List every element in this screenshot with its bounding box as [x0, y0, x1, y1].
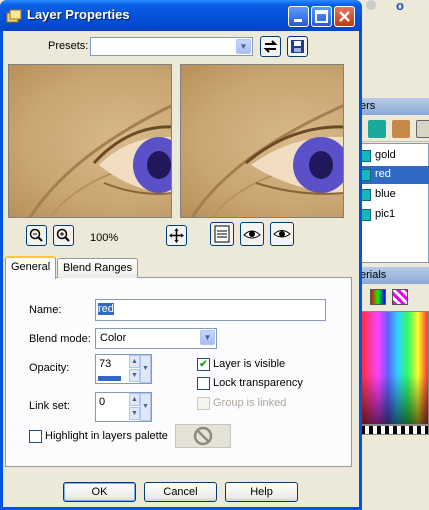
spin-down-icon[interactable]: ▼ [129, 369, 140, 382]
spin-up-icon[interactable]: ▲ [129, 393, 140, 406]
rainbow-tab-icon[interactable] [370, 289, 386, 305]
toolbar-dot-icon [366, 0, 376, 10]
link-set-spinner[interactable]: 0 ▲ ▼ ▼ [95, 392, 152, 422]
maximize-button[interactable] [311, 6, 332, 27]
layer-visible-checkbox[interactable]: ✔ [197, 358, 210, 371]
eye-image-before [28, 104, 171, 217]
minimize-button[interactable] [288, 6, 309, 27]
name-field[interactable]: red [95, 299, 326, 321]
proof-button[interactable] [270, 222, 294, 246]
opacity-spinner[interactable]: 73 ▲ ▼ ▼ [95, 354, 152, 384]
cancel-button[interactable]: Cancel [144, 482, 217, 502]
preview-panel-icon [214, 225, 230, 243]
blend-mode-value: Color [100, 332, 127, 344]
layer-item-gold[interactable]: gold [357, 147, 429, 165]
save-preset-button[interactable] [287, 36, 308, 57]
maximize-icon [315, 10, 328, 23]
minimize-icon [294, 19, 302, 22]
ok-button[interactable]: OK [63, 482, 136, 502]
lock-transparency-label: Lock transparency [213, 377, 303, 389]
no-color-icon [193, 426, 213, 446]
layer-list: gold red blue pic1 [356, 143, 429, 263]
new-layer-icon[interactable] [368, 120, 386, 138]
presets-dropdown[interactable]: ▼ [90, 37, 253, 56]
highlight-checkbox[interactable] [29, 430, 42, 443]
lock-transparency-checkbox[interactable] [197, 377, 210, 390]
toolbar-o-icon[interactable]: o [396, 0, 404, 13]
layer-visible-label: Layer is visible [213, 358, 286, 370]
name-value: red [98, 303, 114, 315]
tab-blend-ranges[interactable]: Blend Ranges [57, 258, 139, 278]
layers-app-icon [6, 9, 22, 23]
presets-label: Presets: [48, 40, 89, 52]
move-arrows-icon [169, 228, 184, 243]
floppy-disk-icon [291, 40, 304, 53]
zoom-out-button[interactable] [26, 225, 47, 246]
grayscale-strip[interactable] [360, 425, 429, 435]
chevron-down-icon[interactable]: ▼ [200, 330, 215, 345]
materials-tabs [356, 285, 429, 309]
spin-up-icon[interactable]: ▲ [129, 355, 140, 368]
title-bar[interactable]: Layer Properties [0, 0, 362, 31]
blend-mode-label: Blend mode: [29, 333, 91, 345]
opacity-label: Opacity: [29, 362, 70, 374]
zoom-in-icon [56, 228, 70, 242]
close-icon [339, 11, 350, 22]
eye-proof-icon [243, 230, 261, 239]
layer-mask-icon[interactable] [392, 120, 410, 138]
background-toolbar: o [356, 0, 429, 18]
close-button[interactable] [334, 6, 355, 27]
link-set-label: Link set: [29, 400, 70, 412]
blend-mode-dropdown[interactable]: Color ▼ [95, 328, 217, 349]
chevron-down-icon[interactable]: ▼ [140, 355, 151, 383]
reset-presets-button[interactable] [260, 36, 281, 57]
layer-name: red [375, 168, 391, 180]
opacity-value: 73 [99, 358, 112, 370]
group-linked-label: Group is linked [213, 397, 287, 409]
link-set-value: 0 [99, 396, 106, 408]
layer-name: blue [375, 188, 396, 200]
help-button[interactable]: Help [225, 482, 298, 502]
layer-name: gold [375, 149, 396, 161]
layer-item-pic1[interactable]: pic1 [357, 206, 429, 224]
tab-general[interactable]: General [5, 256, 57, 279]
name-label: Name: [29, 304, 62, 316]
layers-palette-header: ers [356, 98, 429, 115]
highlight-color-swatch[interactable] [175, 424, 231, 448]
zoom-in-button[interactable] [53, 225, 74, 246]
swatches-tab-icon[interactable] [392, 289, 408, 305]
eye-image-after [190, 104, 343, 217]
layers-palette-toolbar [356, 116, 429, 142]
color-picker-spectrum[interactable] [360, 311, 429, 425]
group-linked-checkbox [197, 397, 210, 410]
opacity-level-bar [98, 376, 121, 381]
pan-button[interactable] [166, 225, 187, 246]
spin-down-icon[interactable]: ▼ [129, 407, 140, 420]
layer-item-red[interactable]: red [357, 166, 429, 184]
zoom-out-icon [29, 228, 43, 242]
highlight-label: Highlight in layers palette [45, 430, 168, 442]
reset-arrows-icon [263, 40, 278, 53]
after-preview[interactable] [180, 64, 344, 218]
auto-proof-button[interactable] [240, 222, 264, 246]
toggle-preview-button[interactable] [210, 222, 234, 246]
opacity-spin-buttons: ▲ ▼ ▼ [129, 355, 151, 383]
materials-palette-header: erials [356, 267, 429, 284]
layer-properties-icon[interactable] [416, 120, 429, 138]
link-set-spin-buttons: ▲ ▼ ▼ [129, 393, 151, 421]
dialog-title: Layer Properties [27, 7, 130, 22]
chevron-down-icon[interactable]: ▼ [140, 393, 151, 421]
layer-name: pic1 [375, 208, 396, 220]
layer-item-blue[interactable]: blue [357, 186, 429, 204]
chevron-down-icon[interactable]: ▼ [236, 39, 251, 54]
before-preview[interactable] [8, 64, 172, 218]
zoom-level: 100% [90, 232, 119, 244]
eye-icon [273, 230, 291, 238]
